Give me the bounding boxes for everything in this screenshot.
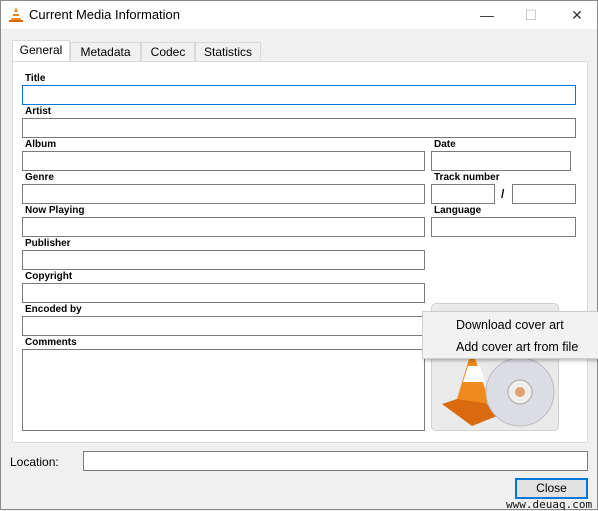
maximize-button[interactable]: ☐	[511, 1, 551, 29]
menu-item-download-cover-art[interactable]: Download cover art	[456, 318, 564, 332]
title-input[interactable]	[22, 85, 576, 105]
track-total-input[interactable]	[512, 184, 576, 204]
genre-input[interactable]	[22, 184, 425, 204]
location-input[interactable]	[83, 451, 588, 471]
now-playing-input[interactable]	[22, 217, 425, 237]
date-label: Date	[434, 139, 456, 150]
album-input[interactable]	[22, 151, 425, 171]
publisher-input[interactable]	[22, 250, 425, 270]
encoded-by-input[interactable]	[22, 316, 425, 336]
minimize-button[interactable]: —	[467, 1, 507, 29]
album-label: Album	[25, 139, 57, 150]
title-bar: Current Media Information — ☐ ✕	[1, 1, 597, 29]
track-number-input[interactable]	[431, 184, 495, 204]
window-title: Current Media Information	[29, 7, 181, 22]
genre-label: Genre	[25, 172, 54, 183]
tab-statistics[interactable]: Statistics	[195, 42, 261, 62]
artist-label: Artist	[25, 106, 52, 117]
artist-input[interactable]	[22, 118, 576, 138]
watermark: www.deuaq.com	[506, 498, 593, 511]
tab-codec[interactable]: Codec	[141, 42, 195, 62]
encoded-by-label: Encoded by	[25, 304, 82, 315]
location-label: Location:	[10, 455, 59, 469]
media-info-window: Current Media Information — ☐ ✕ General …	[0, 0, 598, 511]
comments-textarea[interactable]	[22, 349, 425, 431]
title-label: Title	[25, 73, 46, 84]
vlc-cone-icon	[9, 7, 23, 22]
tab-general[interactable]: General	[12, 40, 70, 62]
track-number-label: Track number	[434, 172, 500, 183]
menu-item-add-cover-art-from-file[interactable]: Add cover art from file	[456, 340, 578, 354]
tab-metadata[interactable]: Metadata	[70, 42, 141, 62]
date-input[interactable]	[431, 151, 571, 171]
copyright-label: Copyright	[25, 271, 73, 282]
publisher-label: Publisher	[25, 238, 71, 249]
comments-label: Comments	[25, 337, 77, 348]
close-window-button[interactable]: ✕	[557, 1, 597, 29]
now-playing-label: Now Playing	[25, 205, 85, 216]
track-separator: /	[501, 187, 505, 201]
cover-art-context-menu: Download cover art Add cover art from fi…	[422, 311, 598, 359]
language-label: Language	[434, 205, 482, 216]
close-button[interactable]: Close	[515, 478, 588, 499]
language-input[interactable]	[431, 217, 576, 237]
copyright-input[interactable]	[22, 283, 425, 303]
